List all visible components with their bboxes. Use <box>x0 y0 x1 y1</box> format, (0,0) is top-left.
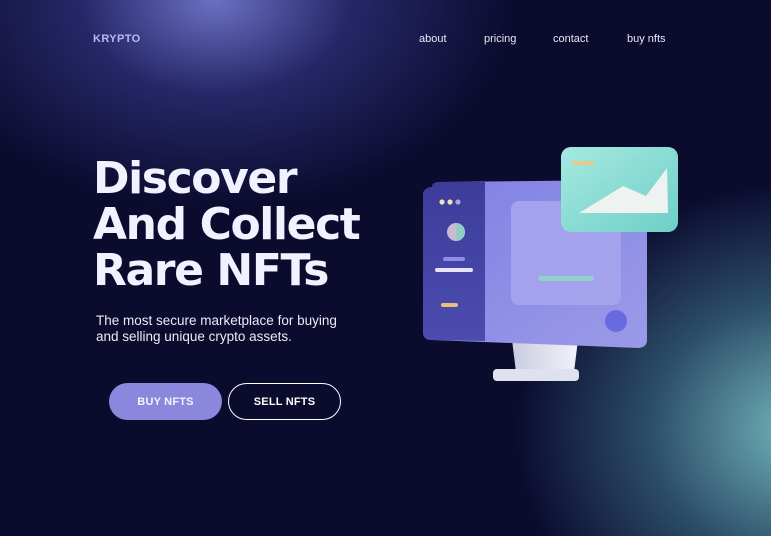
nav-link-about[interactable]: about <box>419 33 447 45</box>
top-nav: about pricing contact buy nfts <box>0 33 771 49</box>
monitor-stand-icon <box>493 340 579 381</box>
headline-line-3: Rare NFTs <box>93 245 329 296</box>
nav-link-contact[interactable]: contact <box>553 33 588 45</box>
headline-line-2: And Collect <box>93 199 361 250</box>
sell-nfts-button[interactable]: SELL NFTS <box>228 383 341 420</box>
nav-link-pricing[interactable]: pricing <box>484 33 516 45</box>
hero-headline: Discover And Collect Rare NFTs <box>93 153 361 296</box>
nav-link-buy-nfts[interactable]: buy nfts <box>627 33 666 45</box>
headline-line-1: Discover <box>93 153 298 204</box>
image-card-icon <box>561 147 678 232</box>
buy-nfts-button[interactable]: BUY NFTS <box>109 383 222 420</box>
computer-monitor-with-image-card-icon <box>423 147 678 381</box>
hero-subtitle: The most secure marketplace for buying a… <box>96 313 337 344</box>
